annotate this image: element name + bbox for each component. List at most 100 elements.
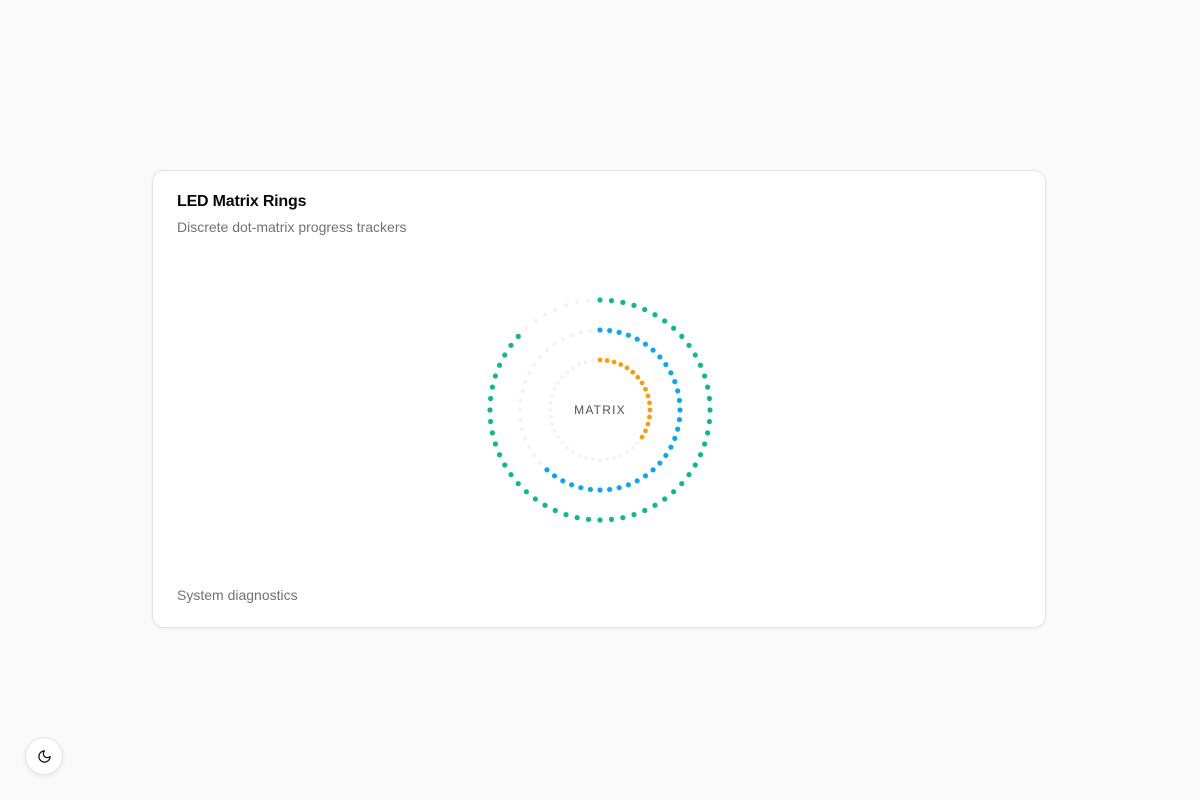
ring-3-dot bbox=[639, 380, 645, 386]
ring-3-dot bbox=[598, 458, 602, 462]
ring-1-dot bbox=[692, 352, 698, 358]
ring-2-dot bbox=[625, 482, 631, 488]
ring-3-dot bbox=[618, 362, 624, 367]
ring-1-dot bbox=[552, 507, 558, 514]
ring-1-dot bbox=[542, 312, 548, 317]
ring-2-dot bbox=[663, 452, 669, 459]
ring-1-dot bbox=[597, 517, 603, 523]
ring-2-dot bbox=[523, 379, 528, 384]
ring-3-dot bbox=[624, 365, 630, 371]
ring-1-dot bbox=[553, 307, 558, 312]
ring-2-dot bbox=[520, 426, 525, 432]
ring-2-dot bbox=[597, 327, 603, 333]
ring-1-dot bbox=[515, 333, 521, 339]
rings-svg: MATRIX bbox=[487, 297, 713, 523]
ring-3-dot bbox=[635, 440, 640, 445]
ring-1-dot bbox=[702, 373, 708, 379]
led-matrix-rings: MATRIX bbox=[475, 285, 725, 535]
ring-3-dot bbox=[548, 415, 553, 420]
moon-icon bbox=[37, 749, 51, 763]
ring-1-dot bbox=[706, 418, 712, 425]
ring-3-dot bbox=[555, 380, 560, 385]
ring-1-dot bbox=[515, 481, 521, 487]
ring-3-dot bbox=[647, 407, 653, 413]
ring-2-dot bbox=[531, 453, 537, 458]
ring-1-dot bbox=[489, 384, 495, 390]
ring-1-dot bbox=[652, 502, 658, 508]
ring-1-dot bbox=[542, 502, 548, 508]
ring-2-dot bbox=[569, 333, 574, 338]
card-subtitle: Discrete dot-matrix progress trackers bbox=[177, 219, 407, 235]
ring-3-dot bbox=[552, 387, 557, 392]
ring-3-dot bbox=[625, 450, 630, 455]
ring-2-dot bbox=[578, 330, 584, 335]
ring-1-dot bbox=[608, 298, 615, 304]
ring-3-dot bbox=[583, 360, 588, 365]
theme-toggle-button[interactable] bbox=[25, 737, 63, 775]
ring-2-dot bbox=[544, 347, 550, 353]
card-footer: System diagnostics bbox=[177, 587, 298, 603]
ring-2-dot bbox=[578, 485, 584, 491]
ring-1-dot bbox=[488, 395, 494, 402]
ring-1-dot bbox=[702, 441, 708, 447]
ring-2-dot bbox=[537, 354, 543, 360]
ring-3-dot bbox=[604, 358, 610, 363]
ring-3-dot bbox=[645, 421, 651, 427]
ring-2-dot bbox=[676, 417, 683, 423]
ring-1-dot bbox=[679, 333, 685, 339]
ring-1-dot bbox=[496, 362, 503, 368]
ring-1-dot bbox=[608, 516, 615, 522]
ring-3-dot bbox=[611, 359, 617, 365]
ring-3-dot bbox=[590, 358, 595, 363]
ring-3-dot bbox=[590, 457, 595, 462]
ring-2-dot bbox=[520, 388, 525, 394]
ring-3-dot bbox=[550, 422, 555, 427]
ring-1-dot bbox=[705, 384, 711, 390]
ring-2-dot bbox=[560, 336, 566, 342]
ring-3-dot bbox=[635, 374, 641, 380]
ring-3-dot bbox=[550, 393, 555, 398]
ring-2-dot bbox=[650, 467, 656, 473]
ring-2-dot bbox=[607, 486, 613, 493]
ring-2-dot bbox=[675, 426, 681, 432]
ring-3-dot bbox=[570, 450, 575, 455]
ring-1-dot bbox=[671, 325, 677, 331]
ring-3-dot bbox=[630, 369, 636, 375]
ring-2-dot bbox=[588, 328, 593, 333]
ring-1-dot bbox=[642, 306, 648, 313]
ring-2-dot bbox=[607, 327, 613, 334]
ring-2-dot bbox=[657, 460, 663, 466]
ring-1-dot bbox=[585, 516, 592, 522]
ring-2-dot bbox=[537, 460, 543, 466]
ring-2-dot bbox=[663, 361, 669, 368]
ring-1-dot bbox=[707, 407, 713, 413]
ring-1-dot bbox=[631, 302, 637, 308]
led-matrix-card: LED Matrix Rings Discrete dot-matrix pro… bbox=[152, 170, 1046, 628]
ring-2-dot bbox=[560, 478, 566, 484]
ring-2-dot bbox=[569, 482, 575, 488]
ring-3-dot bbox=[605, 457, 610, 462]
ring-3-dot bbox=[577, 453, 582, 458]
ring-1-dot bbox=[487, 407, 493, 413]
ring-2-dot bbox=[551, 473, 558, 479]
ring-3-dot bbox=[555, 435, 560, 440]
ring-2-dot bbox=[677, 407, 683, 413]
ring-1-dot bbox=[523, 489, 529, 495]
ring-2-dot bbox=[634, 478, 640, 484]
ring-1-dot bbox=[706, 395, 712, 402]
ring-2-dot bbox=[523, 436, 528, 441]
ring-2-dot bbox=[672, 435, 678, 441]
ring-2-dot bbox=[616, 329, 622, 335]
ring-1-dot bbox=[502, 352, 508, 358]
ring-2-dot bbox=[616, 485, 622, 491]
ring-3-dot bbox=[583, 455, 588, 460]
ring-3-dot bbox=[647, 400, 652, 406]
ring-2-dot bbox=[634, 336, 640, 342]
ring-3-dot bbox=[565, 445, 570, 450]
ring-3-dot bbox=[643, 428, 648, 434]
ring-3-dot bbox=[597, 357, 603, 363]
ring-1-dot bbox=[692, 462, 698, 468]
ring-1-dot bbox=[662, 318, 668, 324]
ring-2-dot bbox=[597, 487, 603, 493]
ring-2-dot bbox=[526, 370, 532, 376]
